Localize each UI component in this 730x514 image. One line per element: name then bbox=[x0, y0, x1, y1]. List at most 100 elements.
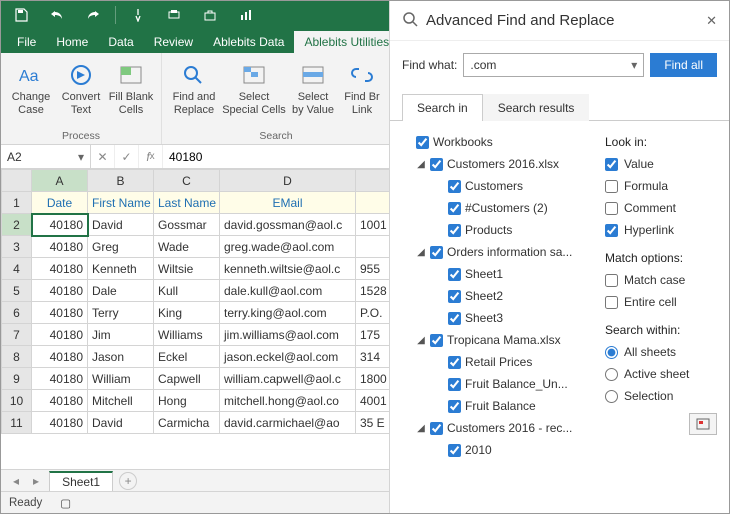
tree-sheet[interactable]: Customers bbox=[465, 179, 523, 193]
cancel-formula-icon[interactable]: ✕ bbox=[91, 145, 115, 168]
find-broken-links-button[interactable]: Find BrLink bbox=[340, 57, 384, 130]
sheet-nav-next-icon[interactable]: ▸ bbox=[29, 474, 43, 488]
col-header-B[interactable]: B bbox=[88, 170, 154, 192]
macro-record-icon[interactable]: ▢ bbox=[60, 496, 71, 510]
cell[interactable]: Hong bbox=[154, 390, 220, 412]
cell[interactable]: Capwell bbox=[154, 368, 220, 390]
tree-sheet[interactable]: Sheet1 bbox=[465, 267, 503, 281]
tree-sheet[interactable]: Fruit Balance_Un... bbox=[465, 377, 568, 391]
tree-checkbox[interactable] bbox=[448, 444, 461, 457]
tree-checkbox[interactable] bbox=[448, 180, 461, 193]
convert-text-button[interactable]: ConvertText bbox=[57, 57, 105, 130]
cell[interactable]: 40180 bbox=[32, 258, 88, 280]
new-sheet-button[interactable]: + bbox=[119, 472, 137, 490]
cell[interactable]: 314 bbox=[356, 346, 390, 368]
tree-sheet[interactable]: Retail Prices bbox=[465, 355, 532, 369]
cell[interactable]: 1800 bbox=[356, 368, 390, 390]
tree-checkbox[interactable] bbox=[430, 334, 443, 347]
tree-checkbox[interactable] bbox=[448, 400, 461, 413]
row-header[interactable]: 10 bbox=[2, 390, 32, 412]
col-header-D[interactable]: D bbox=[220, 170, 356, 192]
cell[interactable]: EMail bbox=[220, 192, 356, 214]
range-selector-button[interactable] bbox=[689, 413, 717, 435]
tree-workbook[interactable]: Customers 2016 - rec... bbox=[447, 421, 572, 435]
tree-checkbox[interactable] bbox=[448, 268, 461, 281]
cell[interactable]: William bbox=[88, 368, 154, 390]
sheet-tab-sheet1[interactable]: Sheet1 bbox=[49, 471, 113, 491]
within-selection[interactable]: Selection bbox=[605, 385, 717, 407]
row-header[interactable]: 11 bbox=[2, 412, 32, 434]
name-box[interactable]: A2▾ bbox=[1, 145, 91, 168]
cell[interactable]: 40180 bbox=[32, 368, 88, 390]
cell[interactable]: Kenneth bbox=[88, 258, 154, 280]
fill-blank-cells-button[interactable]: Fill BlankCells bbox=[107, 57, 155, 130]
tree-twisty-icon[interactable]: ◢ bbox=[416, 423, 426, 434]
look-in-comment[interactable]: Comment bbox=[605, 197, 717, 219]
chart-icon[interactable] bbox=[232, 1, 260, 29]
cell[interactable] bbox=[356, 236, 390, 258]
cell[interactable]: Terry bbox=[88, 302, 154, 324]
cell[interactable]: 40180 bbox=[32, 412, 88, 434]
save-icon[interactable] bbox=[7, 1, 35, 29]
change-case-button[interactable]: Aa ChangeCase bbox=[7, 57, 55, 130]
cell[interactable]: 175 bbox=[356, 324, 390, 346]
touch-mode-icon[interactable] bbox=[124, 1, 152, 29]
cell[interactable]: Carmicha bbox=[154, 412, 220, 434]
col-header-C[interactable]: C bbox=[154, 170, 220, 192]
col-header-A[interactable]: A bbox=[32, 170, 88, 192]
find-and-replace-button[interactable]: Find andReplace bbox=[168, 57, 220, 130]
select-all-corner[interactable] bbox=[2, 170, 32, 192]
print-preview-icon[interactable] bbox=[160, 1, 188, 29]
match-case[interactable]: Match case bbox=[605, 269, 717, 291]
tree-checkbox[interactable] bbox=[448, 378, 461, 391]
cell[interactable]: 40180 bbox=[32, 302, 88, 324]
tab-search-in[interactable]: Search in bbox=[402, 94, 483, 121]
row-header[interactable]: 2 bbox=[2, 214, 32, 236]
select-by-value-button[interactable]: Selectby Value bbox=[288, 57, 338, 130]
cell[interactable]: greg.wade@aol.com bbox=[220, 236, 356, 258]
chevron-down-icon[interactable]: ▾ bbox=[78, 150, 84, 164]
cell[interactable]: 40180 bbox=[32, 346, 88, 368]
cell[interactable]: 40180 bbox=[32, 280, 88, 302]
cell[interactable]: David bbox=[88, 214, 154, 236]
select-special-cells-button[interactable]: SelectSpecial Cells bbox=[222, 57, 286, 130]
cell[interactable]: P.O. bbox=[356, 302, 390, 324]
find-what-input[interactable]: .com▾ bbox=[463, 53, 644, 77]
cell[interactable]: jim.williams@aol.com bbox=[220, 324, 356, 346]
row-header[interactable]: 7 bbox=[2, 324, 32, 346]
tab-review[interactable]: Review bbox=[144, 31, 203, 53]
tree-root[interactable]: Workbooks bbox=[433, 135, 493, 149]
tree-sheet[interactable]: Fruit Balance bbox=[465, 399, 536, 413]
cell[interactable]: Wade bbox=[154, 236, 220, 258]
tree-checkbox[interactable] bbox=[448, 312, 461, 325]
tree-checkbox[interactable] bbox=[448, 290, 461, 303]
enter-formula-icon[interactable]: ✓ bbox=[115, 145, 139, 168]
cell[interactable]: dale.kull@aol.com bbox=[220, 280, 356, 302]
tree-checkbox[interactable] bbox=[448, 224, 461, 237]
cell[interactable] bbox=[356, 192, 390, 214]
look-in-value[interactable]: Value bbox=[605, 153, 717, 175]
cell[interactable]: mitchell.hong@aol.co bbox=[220, 390, 356, 412]
within-active-sheet[interactable]: Active sheet bbox=[605, 363, 717, 385]
tab-ablebits-utilities[interactable]: Ablebits Utilities bbox=[294, 31, 399, 53]
cell[interactable]: Mitchell bbox=[88, 390, 154, 412]
cell[interactable]: william.capwell@aol.c bbox=[220, 368, 356, 390]
tab-search-results[interactable]: Search results bbox=[483, 94, 590, 121]
cell[interactable]: Gossmar bbox=[154, 214, 220, 236]
tree-twisty-icon[interactable]: ◢ bbox=[416, 247, 426, 258]
cell[interactable]: 40180 bbox=[32, 236, 88, 258]
tree-twisty-icon[interactable]: ◢ bbox=[416, 335, 426, 346]
cell[interactable]: 1001 bbox=[356, 214, 390, 236]
tree-sheet[interactable]: Sheet2 bbox=[465, 289, 503, 303]
row-header[interactable]: 1 bbox=[2, 192, 32, 214]
spreadsheet-grid[interactable]: A B C D 1 Date First Name Last Name EMai… bbox=[1, 169, 389, 469]
tree-checkbox[interactable] bbox=[430, 246, 443, 259]
tree-workbook[interactable]: Tropicana Mama.xlsx bbox=[447, 333, 561, 347]
col-header-E[interactable] bbox=[356, 170, 390, 192]
tree-sheet[interactable]: Sheet3 bbox=[465, 311, 503, 325]
cell[interactable]: Jim bbox=[88, 324, 154, 346]
tree-checkbox[interactable] bbox=[430, 422, 443, 435]
tree-checkbox[interactable] bbox=[430, 158, 443, 171]
cell[interactable]: Williams bbox=[154, 324, 220, 346]
find-all-button[interactable]: Find all bbox=[650, 53, 717, 77]
